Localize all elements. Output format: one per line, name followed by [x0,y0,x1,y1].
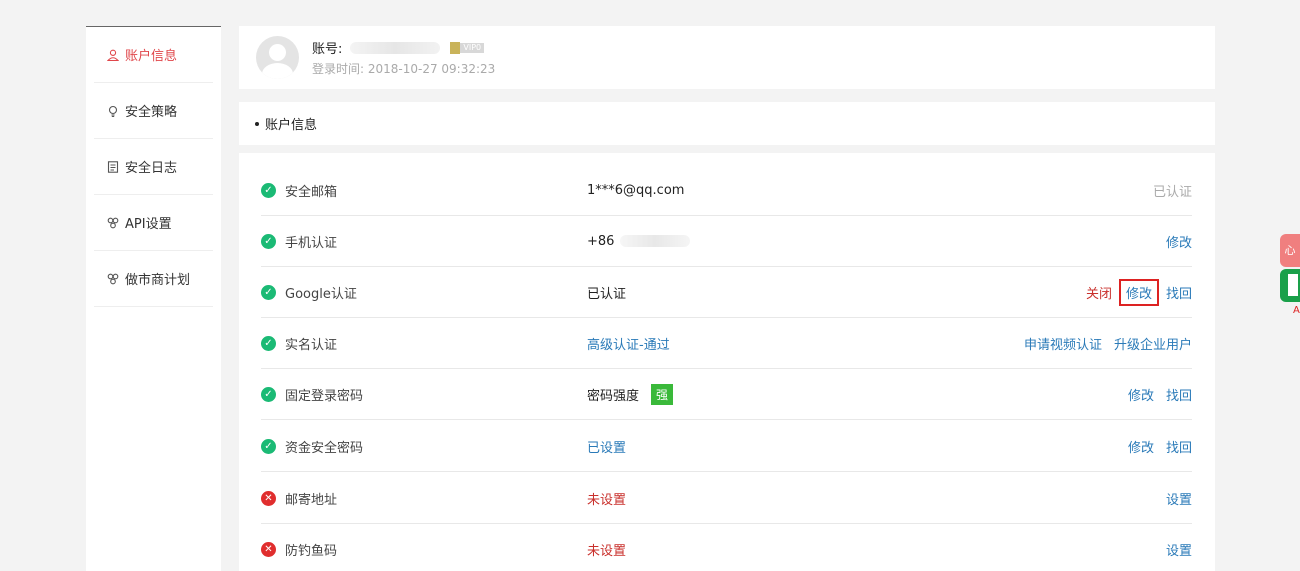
check-icon: ✓ [261,386,276,402]
avatar-head [269,44,286,61]
row-login-password: ✓ 固定登录密码 密码强度 强 修改 找回 [261,369,1192,420]
check-icon: ✓ [261,438,276,454]
floating-qr-button[interactable] [1280,269,1300,302]
modify-phone-link[interactable]: 修改 [1166,232,1192,251]
vip-tag: VIP0 [460,42,485,53]
floating-mark: A [1293,305,1300,316]
sidebar-item-account-info[interactable]: 账户信息 [94,27,213,83]
account-header: 账号: VIP0 登录时间: 2018-10-27 09:32:23 [239,26,1215,89]
bullet-icon [255,121,259,126]
row-value: 已设置 [587,440,627,456]
sidebar-item-label: 做市商计划 [125,273,191,288]
login-time: 登录时间: 2018-10-27 09:32:23 [312,62,496,76]
section-header: 账户信息 [239,102,1215,145]
api-icon [106,272,120,286]
row-label: 安全邮箱 [285,184,338,200]
sidebar-item-label: API设置 [125,217,172,232]
row-mailing-address: ✕ 邮寄地址 未设置 设置 [261,473,1192,524]
row-label: 固定登录密码 [285,388,364,404]
modify-google-auth-link[interactable]: 修改 [1118,278,1159,306]
video-verification-link[interactable]: 申请视频认证 [1024,334,1102,353]
row-security-email: ✓ 安全邮箱 1***6@qq.com 已认证 [261,165,1192,216]
row-google-auth: ✓ Google认证 已认证 关闭 修改 找回 [261,267,1192,318]
recover-google-auth-link[interactable]: 找回 [1166,283,1192,302]
recover-fund-password-link[interactable]: 找回 [1166,437,1192,456]
verified-status: 已认证 [1152,184,1192,200]
vip-badge: VIP0 [450,41,485,54]
row-value: 未设置 [587,543,627,559]
modify-fund-password-link[interactable]: 修改 [1128,437,1154,456]
password-strength-label: 密码强度 [587,388,640,404]
avatar [256,36,299,79]
sidebar-item-market-maker[interactable]: 做市商计划 [94,251,213,307]
check-icon: ✓ [261,233,276,249]
sidebar-item-security-log[interactable]: 安全日志 [94,139,213,195]
row-value: 密码强度 强 [587,383,1116,405]
sidebar-item-label: 安全策略 [125,105,178,120]
row-label: 防钓鱼码 [285,543,338,559]
row-label: 资金安全密码 [285,440,364,456]
set-address-link[interactable]: 设置 [1166,489,1192,508]
api-icon [106,216,120,230]
user-icon [106,48,120,62]
row-label: Google认证 [285,286,357,302]
document-icon [106,160,120,174]
row-label: 手机认证 [285,235,338,251]
sidebar-nav: 账户信息 安全策略 安全日志 API设置 做市商计划 [86,26,221,571]
cross-icon: ✕ [261,490,276,506]
account-info-list: ✓ 安全邮箱 1***6@qq.com 已认证 ✓ 手机认证 +86 修改 ✓ … [239,153,1215,571]
phone-country-code: +86 [587,233,615,249]
account-redacted [350,41,441,54]
sidebar-item-label: 安全日志 [125,161,178,176]
check-icon: ✓ [261,335,276,351]
row-anti-phishing-code: ✕ 防钓鱼码 未设置 设置 [261,524,1192,571]
account-line: 账号: VIP0 [312,38,485,57]
sidebar-item-api-settings[interactable]: API设置 [94,195,213,251]
qr-code-icon [1288,274,1298,296]
row-label: 邮寄地址 [285,492,338,508]
modify-password-link[interactable]: 修改 [1128,385,1154,404]
phone-redacted [620,235,691,247]
row-value: 已认证 [587,286,627,302]
cross-icon: ✕ [261,541,276,557]
lightbulb-icon [106,104,120,118]
check-icon: ✓ [261,284,276,300]
row-value[interactable]: 高级认证-通过 [587,334,1012,353]
check-icon: ✓ [261,182,276,198]
recover-password-link[interactable]: 找回 [1166,385,1192,404]
crown-icon [450,41,461,54]
close-google-auth-link[interactable]: 关闭 [1086,283,1112,302]
heart-icon: 心 [1284,244,1296,257]
row-label: 实名认证 [285,337,338,353]
account-label: 账号: [312,42,343,57]
section-title: 账户信息 [265,118,318,133]
sidebar-item-security-policy[interactable]: 安全策略 [94,83,213,139]
set-anti-phishing-link[interactable]: 设置 [1166,540,1192,559]
row-identity-verification: ✓ 实名认证 高级认证-通过 申请视频认证 升级企业用户 [261,318,1192,369]
row-value: 未设置 [587,492,627,508]
row-fund-password: ✓ 资金安全密码 已设置 修改 找回 [261,421,1192,472]
sidebar-item-label: 账户信息 [125,49,178,64]
strength-badge: 强 [651,383,674,405]
row-phone-verification: ✓ 手机认证 +86 修改 [261,216,1192,267]
floating-heart-button[interactable]: 心 [1280,234,1300,267]
avatar-body [262,63,293,79]
row-value: 1***6@qq.com [587,182,685,198]
row-value: +86 [587,234,1154,249]
upgrade-enterprise-link[interactable]: 升级企业用户 [1114,334,1192,353]
